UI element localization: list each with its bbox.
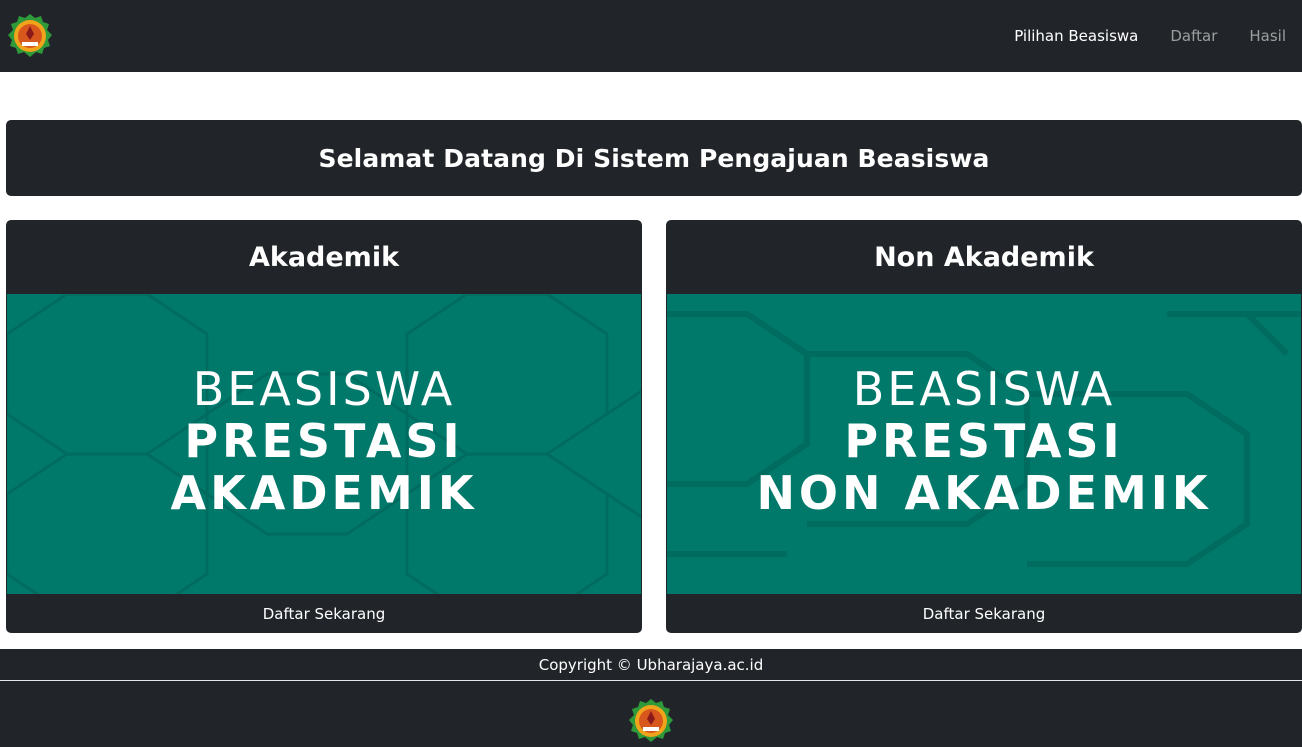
university-emblem-icon (629, 699, 673, 742)
nav-links: Pilihan Beasiswa Daftar Hasil (982, 27, 1286, 45)
nav-link-hasil[interactable]: Hasil (1217, 27, 1286, 45)
card-non-akademik: Non Akademik BEASISWA PRESTASI NON AKADE… (666, 220, 1302, 633)
card-akademik: Akademik BEASISWA PRESTASI AKADEMIK Daft… (6, 220, 642, 633)
card-image-akademik[interactable]: BEASISWA PRESTASI AKADEMIK (7, 294, 641, 594)
daftar-sekarang-link-akademik[interactable]: Daftar Sekarang (6, 594, 642, 633)
university-emblem-icon[interactable] (6, 12, 54, 60)
image-line-non-akademik: NON AKADEMIK (756, 466, 1212, 520)
image-line-prestasi: PRESTASI (844, 414, 1124, 468)
welcome-banner: Selamat Datang Di Sistem Pengajuan Beasi… (6, 120, 1302, 196)
footer: Copyright © Ubharajaya.ac.id (0, 649, 1302, 747)
footer-logo-wrap (0, 681, 1302, 745)
nav-link-pilihan-beasiswa[interactable]: Pilihan Beasiswa (982, 27, 1138, 45)
image-line-prestasi: PRESTASI (184, 414, 464, 468)
image-line-beasiswa: BEASISWA (192, 362, 456, 416)
page-title: Selamat Datang Di Sistem Pengajuan Beasi… (318, 143, 990, 173)
nav-link-daftar[interactable]: Daftar (1138, 27, 1217, 45)
card-title: Non Akademik (874, 241, 1094, 273)
copyright-text: Copyright © Ubharajaya.ac.id (0, 649, 1302, 681)
card-image-non-akademik[interactable]: BEASISWA PRESTASI NON AKADEMIK (667, 294, 1301, 594)
navbar: Pilihan Beasiswa Daftar Hasil (0, 0, 1302, 72)
card-title: Akademik (248, 241, 400, 273)
image-line-akademik: AKADEMIK (170, 466, 478, 520)
daftar-sekarang-link-non-akademik[interactable]: Daftar Sekarang (666, 594, 1302, 633)
image-line-beasiswa: BEASISWA (852, 362, 1116, 416)
